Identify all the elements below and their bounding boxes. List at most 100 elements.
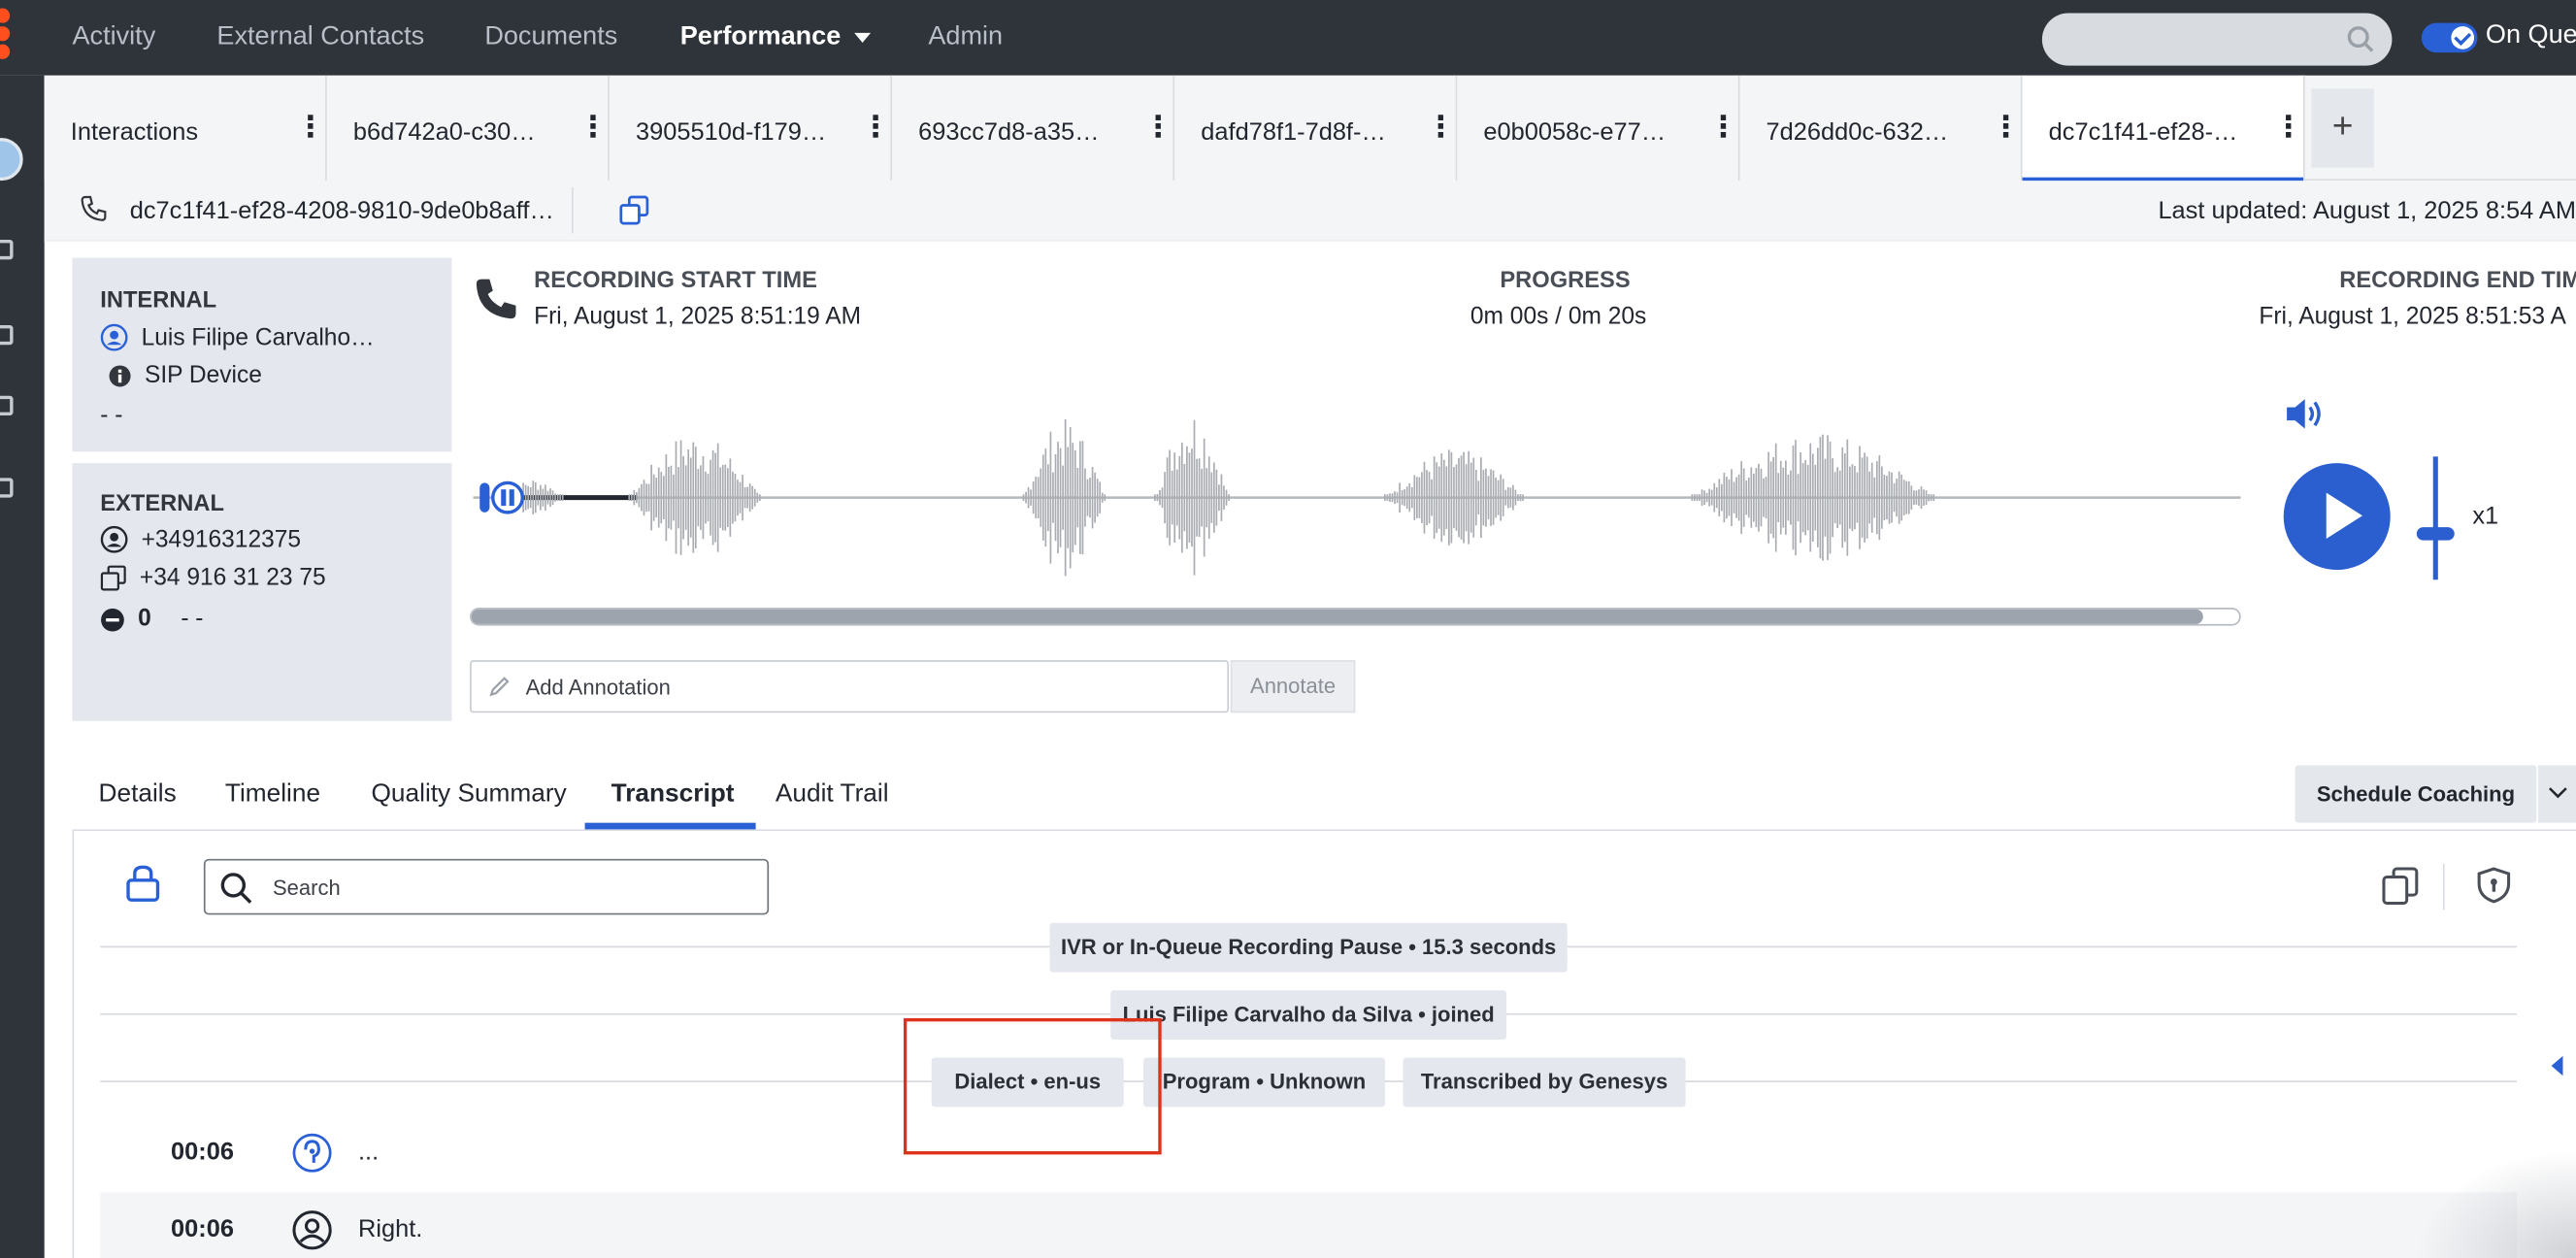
app-root: Activity External Contacts Documents Per…	[0, 0, 2576, 1258]
recording-end-label: RECORDING END TIM	[2339, 266, 2576, 293]
more-options-icon[interactable]: ⋮	[296, 112, 325, 141]
event-joined-pill: Luis Filipe Carvalho da Silva • joined	[1110, 990, 1507, 1040]
customer-icon	[100, 525, 128, 553]
tab-label: e0b0058c-e77…	[1483, 117, 1667, 147]
copy-icon[interactable]	[100, 565, 126, 591]
more-options-icon[interactable]: ⋮	[1143, 112, 1172, 141]
shield-icon[interactable]	[2476, 866, 2512, 906]
more-options-icon[interactable]: ⋮	[861, 112, 890, 141]
tab-timeline[interactable]: Timeline	[225, 780, 320, 810]
more-options-icon[interactable]: ⋮	[578, 112, 608, 141]
internal-participant-panel: INTERNAL Luis Filipe Carvalho… SIP Devic…	[72, 257, 452, 452]
add-tab-button[interactable]: +	[2311, 88, 2374, 168]
pencil-icon	[489, 677, 510, 697]
transcript-search-placeholder: Search	[272, 875, 341, 901]
tab-interaction[interactable]: 3905510d-f179… ⋮	[609, 75, 893, 182]
phone-icon	[81, 195, 107, 221]
schedule-coaching-dropdown[interactable]	[2538, 765, 2576, 823]
tab-details[interactable]: Details	[99, 780, 177, 810]
tab-label: 3905510d-f179…	[636, 117, 827, 147]
playback-progress-bar[interactable]	[470, 608, 2241, 626]
broadcast-icon[interactable]	[0, 478, 14, 498]
recording-end-value: Fri, August 1, 2025 8:51:53 A	[2259, 304, 2566, 331]
divider	[572, 186, 574, 234]
transcript-text: Right.	[357, 1215, 423, 1243]
agent-icon	[100, 323, 128, 351]
last-updated: Last updated: August 1, 2025 8:54 AM	[2158, 197, 2576, 225]
active-tab-indicator	[584, 822, 756, 830]
agent-row: Luis Filipe Carvalho…	[100, 323, 375, 351]
transcript-line[interactable]: 00:06 ...	[100, 1115, 2517, 1193]
external-count: 0	[138, 606, 151, 633]
device-row: SIP Device	[109, 363, 262, 389]
transcript-line[interactable]: 00:06 Right.	[100, 1192, 2518, 1258]
agent-name: Luis Filipe Carvalho…	[141, 324, 375, 351]
on-queue-label: On Que	[2485, 20, 2576, 50]
detail-tabs: Details Timeline Quality Summary Transcr…	[72, 765, 2576, 832]
playhead-handle[interactable]	[477, 480, 526, 515]
transcript-time: 00:06	[171, 1215, 234, 1243]
schedule-coaching-button[interactable]: Schedule Coaching	[2295, 765, 2537, 823]
info-icon	[109, 365, 131, 387]
tab-label: dc7c1f41-ef28-…	[2048, 117, 2238, 147]
tab-audit-trail[interactable]: Audit Trail	[776, 780, 889, 810]
on-queue-toggle[interactable]	[2421, 22, 2478, 53]
external-participant-panel: EXTERNAL +34916312375 +34 916 31 23 75 0…	[72, 463, 452, 721]
audio-waveform[interactable]	[473, 394, 2241, 601]
tab-label: b6d742a0-c30…	[352, 117, 536, 147]
divider	[2442, 863, 2445, 910]
tab-label: dafd78f1-7d8f-…	[1201, 117, 1386, 147]
avatar[interactable]	[0, 138, 23, 182]
conversation-info-bar: dc7c1f41-ef28-4208-9810-9de0b8aff… Last …	[44, 181, 2576, 242]
more-options-icon[interactable]: ⋮	[1426, 112, 1455, 141]
conversation-id: dc7c1f41-ef28-4208-9810-9de0b8aff…	[129, 197, 554, 225]
transcript-search-input[interactable]: Search	[203, 858, 770, 915]
global-search-input[interactable]	[2041, 13, 2393, 66]
interaction-tabs: Interactions ⋮ b6d742a0-c30… ⋮ 3905510d-f1…	[44, 75, 2576, 182]
ivr-icon	[292, 1133, 332, 1173]
tab-label: Interactions	[70, 117, 199, 147]
tab-interaction[interactable]: b6d742a0-c30… ⋮	[326, 75, 610, 182]
search-icon	[2347, 26, 2374, 52]
playback-progress-fill	[471, 609, 2204, 624]
tab-interactions[interactable]: Interactions ⋮	[44, 75, 327, 182]
scroll-marker-icon[interactable]	[2551, 1055, 2563, 1076]
add-annotation-input[interactable]: Add Annotation	[470, 660, 1230, 713]
tab-quality-summary[interactable]: Quality Summary	[372, 780, 567, 810]
annotation-placeholder: Add Annotation	[525, 675, 671, 700]
copy-icon[interactable]	[619, 195, 649, 225]
folder-icon[interactable]	[0, 324, 14, 346]
tab-transcript[interactable]: Transcript	[611, 780, 735, 810]
progress-label: PROGRESS	[1500, 266, 1631, 293]
tab-interaction-active[interactable]: dc7c1f41-ef28-… ⋮	[2022, 75, 2305, 182]
lock-icon[interactable]	[125, 864, 161, 904]
progress-value: 0m 00s / 0m 20s	[1470, 304, 1647, 331]
speed-slider-track[interactable]	[2432, 456, 2438, 580]
more-options-icon[interactable]: ⋮	[2274, 112, 2303, 141]
more-options-icon[interactable]: ⋮	[1991, 112, 2020, 141]
document-icon[interactable]	[0, 395, 14, 416]
tab-interaction[interactable]: e0b0058c-e77… ⋮	[1457, 75, 1740, 182]
program-pill: Program • Unknown	[1143, 1057, 1385, 1108]
more-options-icon[interactable]: ⋮	[1708, 112, 1737, 141]
device-label: SIP Device	[144, 362, 262, 389]
annotate-button[interactable]: Annotate	[1230, 660, 1356, 713]
nav-activity[interactable]: Activity	[72, 23, 155, 52]
internal-header: INTERNAL	[100, 285, 217, 313]
star-icon[interactable]	[0, 240, 14, 260]
nav-external-contacts[interactable]: External Contacts	[216, 23, 424, 52]
nav-documents[interactable]: Documents	[484, 23, 617, 52]
customer-icon	[292, 1210, 332, 1250]
logo-icon-part	[0, 44, 11, 59]
copy-icon[interactable]	[2381, 866, 2421, 906]
speed-slider-handle[interactable]	[2416, 527, 2455, 541]
tab-label: 693cc7d8-a35…	[918, 117, 1100, 147]
play-button[interactable]	[2283, 463, 2391, 571]
tab-interaction[interactable]: 693cc7d8-a35… ⋮	[892, 75, 1175, 182]
nav-admin[interactable]: Admin	[928, 23, 1003, 52]
tab-label: 7d26dd0c-632…	[1766, 117, 1949, 147]
volume-icon[interactable]	[2284, 396, 2324, 432]
nav-performance[interactable]: Performance	[680, 23, 871, 52]
tab-interaction[interactable]: 7d26dd0c-632… ⋮	[1739, 75, 2023, 182]
tab-interaction[interactable]: dafd78f1-7d8f-… ⋮	[1174, 75, 1458, 182]
